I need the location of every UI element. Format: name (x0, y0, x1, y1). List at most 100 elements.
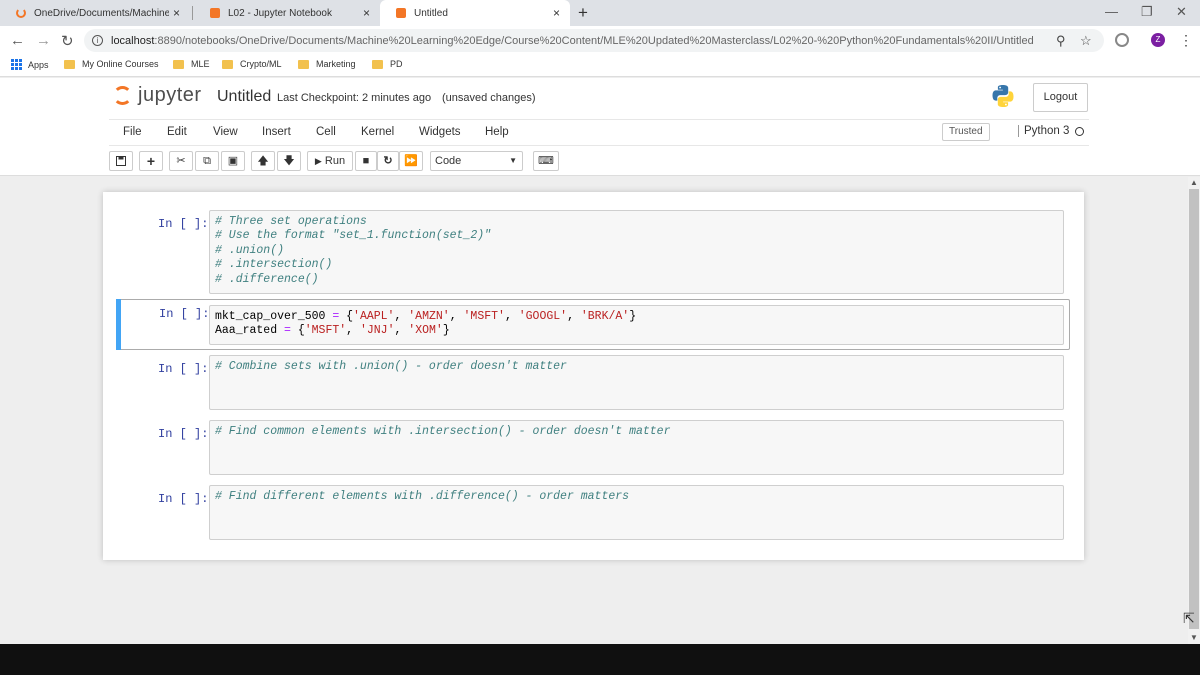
notebook-menubar: File Edit View Insert Cell Kernel Widget… (109, 119, 1089, 146)
forward-icon[interactable]: → (36, 32, 51, 49)
menu-help[interactable]: Help (485, 126, 509, 138)
paste-button[interactable]: ▣ (221, 151, 245, 171)
extension-icon[interactable] (1115, 33, 1129, 47)
code-line: # Find different elements with .differen… (215, 490, 630, 503)
menu-kernel[interactable]: Kernel (361, 126, 394, 138)
restore-icon[interactable]: ❐ (1141, 4, 1153, 20)
code-cell-2[interactable]: In [ ]: mkt_cap_over_500 = {'AAPL', 'AMZ… (116, 299, 1070, 350)
code-input-2[interactable]: mkt_cap_over_500 = {'AAPL', 'AMZN', 'MSF… (209, 305, 1064, 345)
folder-icon (222, 59, 233, 69)
bookmark-label: Crypto/ML (240, 59, 282, 69)
code-cell-1[interactable]: In [ ]: # Three set operations # Use the… (116, 210, 1070, 296)
taskbar (0, 644, 1200, 675)
move-down-button[interactable]: 🡇 (277, 151, 301, 171)
url-input[interactable]: i localhost :8890/notebooks/OneDrive/Doc… (84, 29, 1104, 52)
folder-icon (173, 59, 184, 69)
bookmark-label: PD (390, 59, 403, 69)
folder-icon (298, 59, 309, 69)
menu-insert[interactable]: Insert (262, 126, 291, 138)
trusted-indicator[interactable]: Trusted (942, 123, 990, 141)
bookmark-mle[interactable]: MLE (173, 59, 210, 69)
profile-avatar[interactable]: Z (1151, 33, 1165, 47)
browser-menu-icon[interactable]: ⋮ (1179, 32, 1193, 49)
back-icon[interactable]: ← (10, 32, 25, 49)
bookmark-crypto-ml[interactable]: Crypto/ML (222, 59, 282, 69)
menu-edit[interactable]: Edit (167, 126, 187, 138)
scroll-down-icon[interactable]: ▼ (1190, 633, 1198, 642)
save-button[interactable] (109, 151, 133, 171)
interrupt-kernel-button[interactable]: ■ (355, 151, 377, 171)
insert-cell-button[interactable]: + (139, 151, 163, 171)
move-up-button[interactable]: 🡅 (251, 151, 275, 171)
bookmark-marketing[interactable]: Marketing (298, 59, 356, 69)
new-tab-button[interactable]: + (578, 3, 588, 23)
page-scrollbar[interactable]: ▲ ▼ (1188, 177, 1200, 644)
restart-kernel-button[interactable]: ↻ (377, 151, 399, 171)
keyboard-icon: ⌨ (538, 155, 554, 167)
code-line: # .intersection() (215, 258, 333, 272)
code-cell-4[interactable]: In [ ]: # Find common elements with .int… (116, 420, 1070, 476)
cell-type-value: Code (435, 155, 462, 167)
browser-tab-3[interactable]: Untitled × (380, 0, 570, 26)
cell-prompt: In [ ]: (158, 492, 209, 506)
bookmark-pd[interactable]: PD (372, 59, 403, 69)
site-info-icon[interactable]: i (92, 35, 103, 46)
save-icon (116, 156, 126, 166)
fast-forward-icon: ⏩ (404, 155, 418, 167)
arrow-up-icon: 🡅 (257, 155, 269, 167)
apps-grid-icon (11, 59, 22, 70)
bookmark-my-online-courses[interactable]: My Online Courses (64, 59, 159, 69)
reload-icon[interactable]: ↻ (61, 32, 74, 50)
browser-tab-1[interactable]: OneDrive/Documents/Machine L × (0, 0, 190, 26)
stop-icon: ■ (362, 155, 370, 167)
code-line: Aaa_rated = {'MSFT', 'JNJ', 'XOM'} (215, 324, 450, 338)
logout-button[interactable]: Logout (1033, 83, 1088, 112)
code-line: mkt_cap_over_500 = {'AAPL', 'AMZN', 'MSF… (215, 310, 637, 323)
mouse-cursor-icon: ⇱ (1183, 610, 1195, 626)
code-cell-5[interactable]: In [ ]: # Find different elements with .… (116, 485, 1070, 541)
step-forward-icon: ▶ (314, 156, 322, 166)
jupyter-logo[interactable]: jupyter (113, 84, 202, 107)
scrollbar-thumb[interactable] (1189, 189, 1199, 629)
restart-run-all-button[interactable]: ⏩ (399, 151, 423, 171)
close-tab-icon[interactable]: × (363, 6, 370, 20)
plus-icon: + (146, 153, 156, 169)
restart-icon: ↻ (383, 155, 393, 167)
code-input-4[interactable]: # Find common elements with .intersectio… (209, 420, 1064, 475)
notebook-name[interactable]: Untitled (217, 88, 271, 106)
window-close-icon[interactable]: ✕ (1176, 4, 1187, 20)
cut-button[interactable]: ✂ (169, 151, 193, 171)
menu-cell[interactable]: Cell (316, 126, 336, 138)
bookmark-star-icon[interactable]: ☆ (1080, 33, 1092, 49)
bookmark-apps[interactable]: Apps (11, 59, 49, 70)
menu-file[interactable]: File (123, 126, 142, 138)
url-path: :8890/notebooks/OneDrive/Documents/Machi… (154, 34, 1035, 47)
close-tab-icon[interactable]: × (553, 6, 560, 20)
code-cell-3[interactable]: In [ ]: # Combine sets with .union() - o… (116, 355, 1070, 411)
command-palette-button[interactable]: ⌨ (533, 151, 559, 171)
scroll-up-icon[interactable]: ▲ (1190, 178, 1198, 187)
code-input-5[interactable]: # Find different elements with .differen… (209, 485, 1064, 540)
code-line: # Three set operations (215, 215, 367, 228)
bookmark-label: Apps (28, 59, 49, 70)
url-host: localhost (111, 34, 155, 47)
code-input-1[interactable]: # Three set operations # Use the format … (209, 210, 1064, 294)
close-tab-icon[interactable]: × (173, 6, 180, 20)
run-button[interactable]: ▶ Run (307, 151, 353, 171)
cell-type-select[interactable]: Code ▼ (430, 151, 523, 171)
kernel-idle-icon (1075, 126, 1085, 136)
cell-prompt: In [ ]: (158, 427, 209, 441)
tab-divider (192, 6, 193, 20)
browser-tab-bar: OneDrive/Documents/Machine L × L02 - Jup… (0, 0, 1200, 26)
minimize-icon[interactable]: — (1105, 4, 1118, 19)
menu-widgets[interactable]: Widgets (419, 126, 461, 138)
zoom-search-icon[interactable]: ⚲ (1056, 33, 1066, 49)
copy-button[interactable]: ⧉ (195, 151, 219, 171)
python-logo-icon (992, 85, 1014, 107)
menu-view[interactable]: View (213, 126, 238, 138)
browser-tab-2[interactable]: L02 - Jupyter Notebook × (194, 0, 380, 26)
tab-title: Untitled (414, 7, 448, 19)
code-input-3[interactable]: # Combine sets with .union() - order doe… (209, 355, 1064, 410)
code-line: # Use the format "set_1.function(set_2)" (215, 229, 492, 243)
jupyter-logo-icon (113, 86, 132, 105)
